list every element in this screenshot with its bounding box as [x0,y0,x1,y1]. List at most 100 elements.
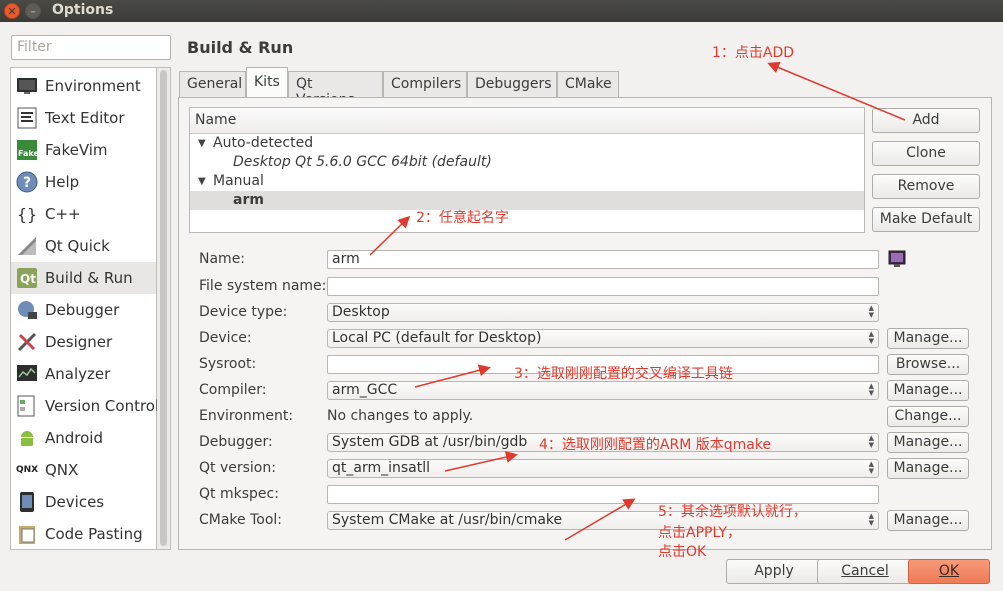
svg-text:Qt: Qt [20,272,36,286]
tree-group-auto-detected[interactable]: ▼ Auto-detected [190,134,864,153]
cancel-button[interactable]: Cancel [817,559,913,584]
sidebar-item-qnx[interactable]: QNX QNX [11,454,156,486]
qt-version-select[interactable]: qt_arm_insatll ▲ ▼ [327,459,879,478]
tree-group-manual[interactable]: ▼ Manual [190,172,864,191]
sidebar-item-label: Analyzer [45,365,111,383]
change-environment-button[interactable]: Change... [887,406,969,427]
sidebar-item-debugger[interactable]: Debugger [11,294,156,326]
sidebar-item-version-control[interactable]: Version Control [11,390,159,422]
compiler-select[interactable]: arm_GCC ▲ ▼ [327,381,879,400]
sidebar-item-environment[interactable]: Environment [11,70,156,102]
ok-button[interactable]: OK [908,559,990,584]
minimize-icon[interactable]: – [25,3,41,19]
manage-cmake-button[interactable]: Manage... [887,510,969,531]
device-value: Local PC (default for Desktop) [332,330,542,346]
device-label: Device: [199,330,252,346]
sidebar-item-label: Android [45,429,103,447]
tab-kits[interactable]: Kits [246,67,288,98]
tab-general[interactable]: General [179,71,246,97]
combo-arrows-icon: ▲ ▼ [868,382,874,397]
sidebar-item-label: Debugger [45,301,120,319]
device-type-select[interactable]: Desktop ▲ ▼ [327,303,879,322]
annotation-5-line-3: 点击OK [658,544,707,560]
make-default-button[interactable]: Make Default [872,207,980,232]
sidebar-item-android[interactable]: Android [11,422,156,454]
compiler-label: Compiler: [199,382,267,398]
combo-arrows-icon: ▲ ▼ [868,330,874,345]
tree-row-label: Desktop Qt 5.6.0 GCC 64bit (default) [233,154,492,170]
combo-arrows-icon: ▲ ▼ [868,434,874,449]
apply-button[interactable]: Apply [726,559,822,584]
monitor-icon [16,75,38,97]
title-bar: ✕ – Options [0,0,1003,22]
add-button[interactable]: Add [872,108,980,133]
sidebar-item-cpp[interactable]: {} C++ [11,198,156,230]
annotation-4: 4：选取刚刚配置的ARM 版本qmake [539,437,772,453]
mkspec-label: Qt mkspec: [199,486,279,502]
scrollbar-thumb[interactable] [160,70,167,546]
sidebar-item-help[interactable]: ? Help [11,166,156,198]
version-control-icon [16,395,38,417]
sidebar-item-text-editor[interactable]: Text Editor [11,102,156,134]
ok-label: OK [938,563,960,579]
sidebar-item-label: Text Editor [45,109,125,127]
expand-arrow-icon[interactable]: ▼ [198,172,206,191]
remove-button[interactable]: Remove [872,174,980,199]
qnx-icon: QNX [15,465,39,475]
sidebar-item-fakevim[interactable]: Fake FakeVim [11,134,156,166]
filter-input[interactable]: Filter [11,35,171,60]
kit-tree: Name ▼ Auto-detected Desktop Qt 5.6.0 GC… [189,107,865,233]
annotation-5-line-2: 点击APPLY， [658,525,741,541]
sidebar-item-label: Build & Run [45,269,133,287]
cancel-label: Cancel [841,563,889,579]
annotation-3: 3：选取刚刚配置的交叉编译工具链 [514,366,733,382]
kit-icon-button[interactable] [888,250,906,268]
name-field[interactable]: arm [327,250,879,269]
sidebar-item-devices[interactable]: Devices [11,486,156,518]
qt-quick-icon [16,235,38,257]
close-icon[interactable]: ✕ [4,3,20,19]
cmake-value: System CMake at /usr/bin/cmake [332,512,563,528]
sidebar-item-label: Code Pasting [45,525,143,543]
manage-qt-version-button[interactable]: Manage... [887,458,969,479]
sidebar-item-analyzer[interactable]: Analyzer [11,358,156,390]
sidebar-item-code-pasting[interactable]: Code Pasting [11,518,156,550]
sysroot-label: Sysroot: [199,356,257,372]
manage-debugger-button[interactable]: Manage... [887,432,969,453]
sidebar-item-label: FakeVim [45,141,108,159]
apply-label: Apply [754,563,794,579]
expand-arrow-icon[interactable]: ▼ [198,134,206,153]
tree-row-desktop-kit[interactable]: Desktop Qt 5.6.0 GCC 64bit (default) [190,153,864,172]
sidebar-item-label: Qt Quick [45,237,110,255]
combo-arrows-icon: ▲ ▼ [868,304,874,319]
annotation-1: 1：点击ADD [712,45,795,61]
android-icon [16,427,38,449]
tree-header-name[interactable]: Name [190,108,864,134]
tab-cmake[interactable]: CMake [557,71,619,97]
compiler-value: arm_GCC [332,382,398,398]
sidebar-item-build-run[interactable]: Qt Build & Run [11,262,156,294]
fsname-field[interactable] [327,277,879,296]
device-select[interactable]: Local PC (default for Desktop) ▲ ▼ [327,329,879,348]
browse-sysroot-button[interactable]: Browse... [887,354,969,375]
combo-arrows-icon: ▲ ▼ [868,460,874,475]
clone-button[interactable]: Clone [872,141,980,166]
analyzer-icon [16,363,38,385]
page-title: Build & Run [187,38,294,57]
sidebar-item-qt-quick[interactable]: Qt Quick [11,230,156,262]
tab-qt-versions[interactable]: Qt Versions [288,71,383,108]
qt-version-value: qt_arm_insatll [332,460,431,476]
manage-device-button[interactable]: Manage... [887,328,969,349]
designer-icon [16,331,38,353]
tab-debuggers[interactable]: Debuggers [467,71,557,97]
cmake-label: CMake Tool: [199,512,283,528]
environment-value: No changes to apply. [327,408,474,424]
fsname-label: File system name: [199,278,327,294]
tree-row-arm-kit[interactable]: arm [190,191,864,210]
name-label: Name: [199,251,246,267]
sidebar-item-designer[interactable]: Designer [11,326,156,358]
code-pasting-icon [16,523,38,545]
sidebar-scrollbar[interactable] [157,67,171,550]
manage-compiler-button[interactable]: Manage... [887,380,969,401]
tab-compilers[interactable]: Compilers [383,71,467,97]
